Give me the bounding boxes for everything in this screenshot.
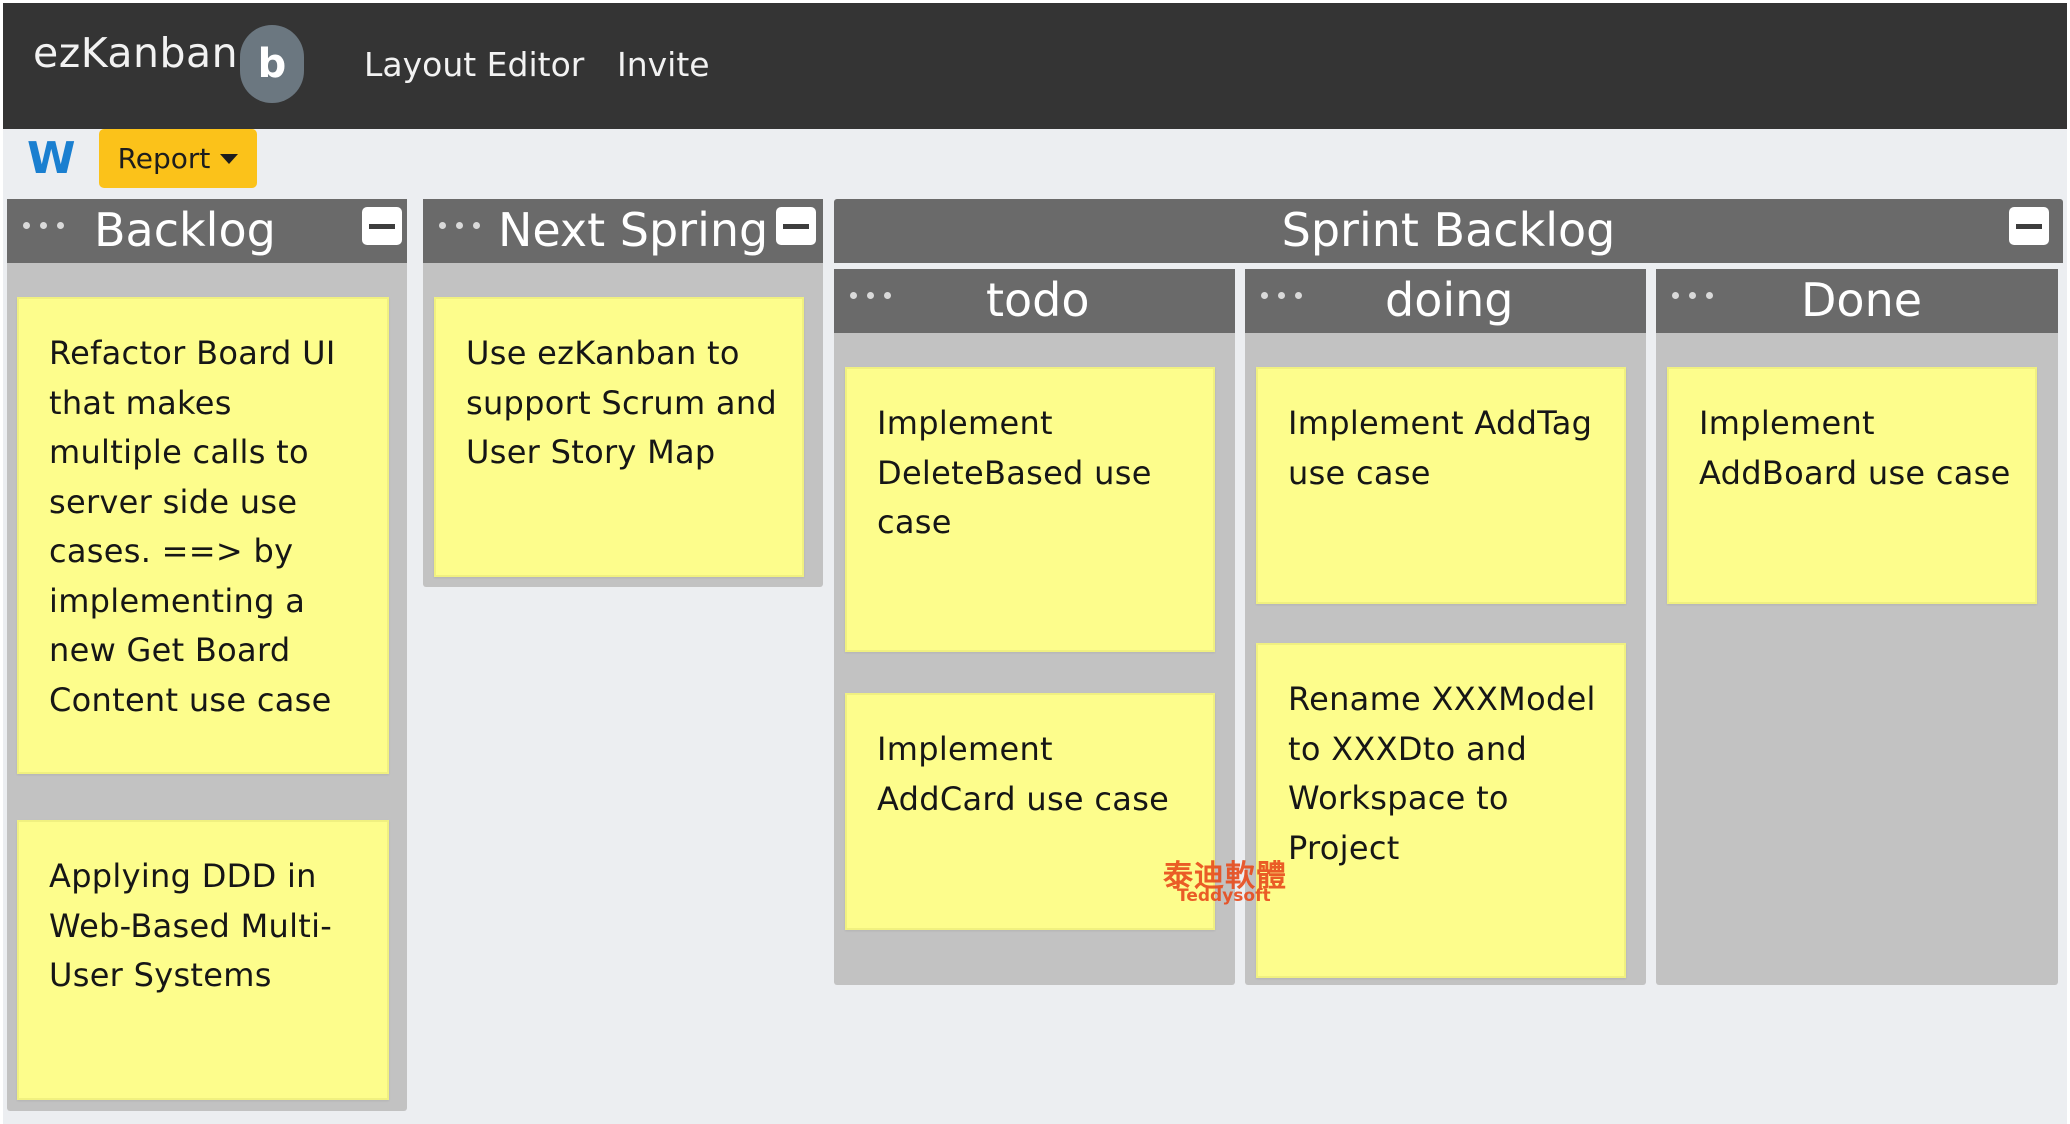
card-text: Implement AddTag use case xyxy=(1288,404,1593,492)
lane-header: Backlog xyxy=(7,199,407,263)
lane-header: doing xyxy=(1245,269,1646,333)
lane-backlog: Backlog Refactor Board UI that makes mul… xyxy=(7,199,407,1111)
card[interactable]: Rename XXXModel to XXXDto and Workspace … xyxy=(1256,643,1626,978)
lane-title[interactable]: doing xyxy=(1385,273,1513,327)
drag-handle-icon[interactable] xyxy=(439,222,480,229)
lane-header: Sprint Backlog xyxy=(834,199,2063,263)
card-text: Refactor Board UI that makes multiple ca… xyxy=(49,334,336,719)
user-avatar[interactable]: b xyxy=(240,25,304,103)
card-text: Use ezKanban to support Scrum and User S… xyxy=(466,334,778,471)
lane-sprint-backlog: Sprint Backlog todo Implement DeleteBase… xyxy=(834,199,2063,985)
lane-done: Done Implement AddBoard use case xyxy=(1656,269,2058,985)
lane-title[interactable]: Done xyxy=(1801,273,1922,327)
card[interactable]: Refactor Board UI that makes multiple ca… xyxy=(17,297,389,774)
app-brand[interactable]: ezKanban xyxy=(33,29,238,77)
card[interactable]: Implement AddTag use case xyxy=(1256,367,1626,604)
teddysoft-watermark: 泰迪軟體 Teddysoft xyxy=(1163,862,1287,905)
report-label: Report xyxy=(117,142,211,175)
card-text: Rename XXXModel to XXXDto and Workspace … xyxy=(1288,680,1596,867)
caret-down-icon xyxy=(220,153,239,164)
minimize-icon[interactable] xyxy=(362,207,402,245)
card-text: Implement AddBoard use case xyxy=(1699,404,2011,492)
drag-handle-icon[interactable] xyxy=(850,292,891,299)
lane-header: todo xyxy=(834,269,1235,333)
lane-title[interactable]: Next Spring xyxy=(498,203,768,257)
lane-next-spring: Next Spring Use ezKanban to support Scru… xyxy=(423,199,823,587)
workspace-logo[interactable]: W xyxy=(27,133,76,184)
drag-handle-icon[interactable] xyxy=(1672,292,1713,299)
nav-invite[interactable]: Invite xyxy=(617,45,710,84)
card[interactable]: Implement AddCard use case xyxy=(845,693,1215,930)
drag-handle-icon[interactable] xyxy=(23,222,64,229)
lane-doing: doing Implement AddTag use case Rename X… xyxy=(1245,269,1646,985)
lane-title[interactable]: Backlog xyxy=(94,203,276,257)
card[interactable]: Use ezKanban to support Scrum and User S… xyxy=(434,297,804,577)
minimize-icon[interactable] xyxy=(2009,207,2049,245)
nav-layout-editor[interactable]: Layout Editor xyxy=(364,45,584,84)
lane-header: Next Spring xyxy=(423,199,823,263)
watermark-line2: Teddysoft xyxy=(1177,886,1271,906)
lane-title[interactable]: Sprint Backlog xyxy=(834,203,2063,257)
lane-header: Done xyxy=(1656,269,2058,333)
minimize-icon[interactable] xyxy=(776,207,816,245)
card[interactable]: Applying DDD in Web-Based Multi-User Sys… xyxy=(17,820,389,1100)
lane-title[interactable]: todo xyxy=(986,273,1090,327)
card[interactable]: Implement AddBoard use case xyxy=(1667,367,2037,604)
kanban-board: Backlog Refactor Board UI that makes mul… xyxy=(3,199,2067,1124)
card[interactable]: Implement DeleteBased use case xyxy=(845,367,1215,652)
card-text: Implement DeleteBased use case xyxy=(877,404,1152,541)
card-text: Implement AddCard use case xyxy=(877,730,1170,818)
toolbar: W Report xyxy=(3,129,2067,199)
drag-handle-icon[interactable] xyxy=(1261,292,1302,299)
card-text: Applying DDD in Web-Based Multi-User Sys… xyxy=(49,857,333,994)
top-navbar: ezKanban b Layout Editor Invite xyxy=(3,3,2067,129)
report-dropdown-button[interactable]: Report xyxy=(99,129,257,188)
